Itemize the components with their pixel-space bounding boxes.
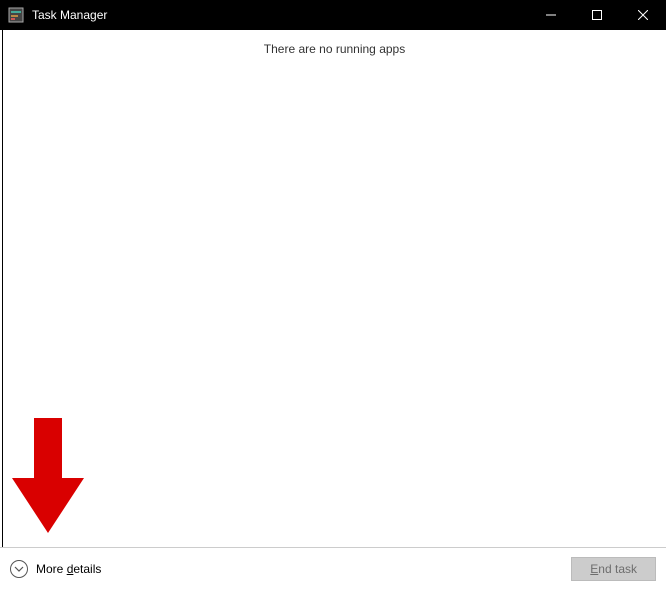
- end-task-button[interactable]: End task: [571, 557, 656, 581]
- more-details-button[interactable]: More details: [10, 560, 101, 578]
- more-details-label: More details: [36, 562, 101, 576]
- minimize-button[interactable]: [528, 0, 574, 30]
- maximize-button[interactable]: [574, 0, 620, 30]
- process-list-area: There are no running apps: [2, 30, 666, 547]
- window-title: Task Manager: [32, 8, 528, 22]
- footer-bar: More details End task: [0, 547, 666, 589]
- chevron-down-circle-icon: [10, 560, 28, 578]
- empty-state-message: There are no running apps: [3, 30, 666, 56]
- titlebar: Task Manager: [0, 0, 666, 30]
- window-controls: [528, 0, 666, 30]
- close-button[interactable]: [620, 0, 666, 30]
- task-manager-icon: [8, 7, 24, 23]
